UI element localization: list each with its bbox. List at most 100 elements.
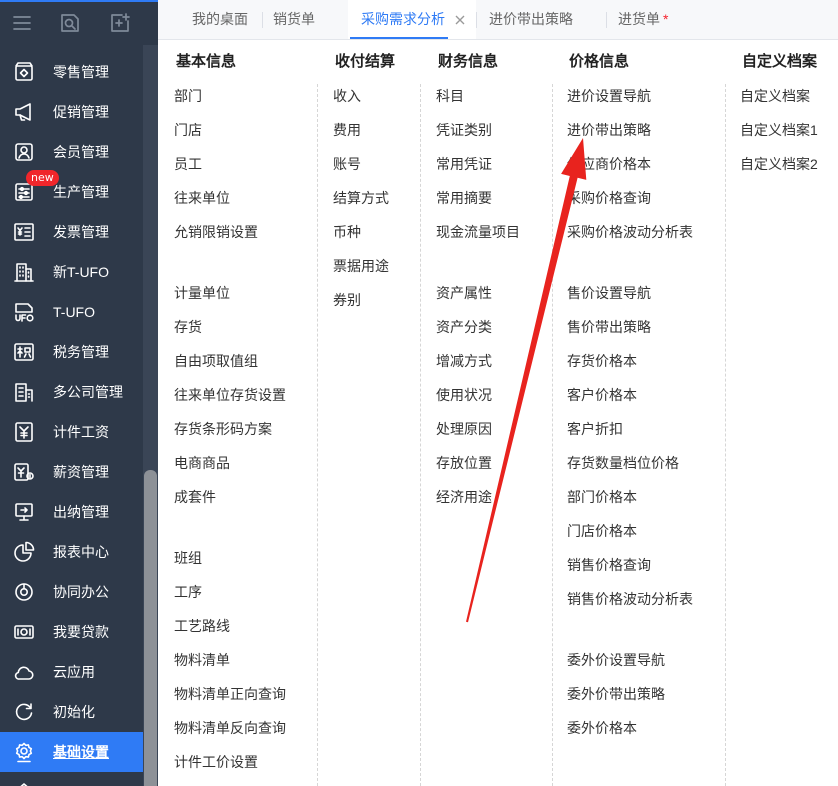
link-purchase-price-fluctuation-report[interactable]: 采购价格波动分析表 <box>567 215 693 249</box>
link-bom-reverse-query[interactable]: 物料清单反向查询 <box>174 711 286 745</box>
link-asset-attribute[interactable]: 资产属性 <box>436 276 520 310</box>
link-bill-of-materials[interactable]: 物料清单 <box>174 643 286 677</box>
sidebar-item-initialization[interactable]: 初始化 <box>0 692 143 732</box>
link-sales-restriction-settings[interactable]: 允销限销设置 <box>174 215 286 249</box>
link-sales-price-setup-nav[interactable]: 售价设置导航 <box>567 276 693 310</box>
salary-icon <box>13 461 35 483</box>
tab-sales-delivery[interactable]: 销货单 <box>262 0 348 39</box>
link-sales-price-strategy[interactable]: 售价带出策略 <box>567 310 693 344</box>
link-group: 收入 费用 账号 结算方式 币种 票据用途 券别 <box>333 79 395 317</box>
link-expense[interactable]: 费用 <box>333 113 395 147</box>
link-store[interactable]: 门店 <box>174 113 286 147</box>
link-free-item-value-group[interactable]: 自由项取值组 <box>174 344 286 378</box>
link-income[interactable]: 收入 <box>333 79 395 113</box>
link-unit-of-measure[interactable]: 计量单位 <box>174 276 286 310</box>
link-purchase-price-query[interactable]: 采购价格查询 <box>567 181 693 215</box>
sidebar-item-promotion[interactable]: 促销管理 <box>0 92 143 132</box>
link-inventory[interactable]: 存货 <box>174 310 286 344</box>
close-icon[interactable] <box>454 14 466 26</box>
link-custom-archive[interactable]: 自定义档案 <box>740 79 818 113</box>
link-cash-flow-item[interactable]: 现金流量项目 <box>436 215 520 249</box>
hamburger-icon[interactable] <box>11 12 33 34</box>
link-store-price-book[interactable]: 门店价格本 <box>567 514 693 548</box>
piecework-icon <box>13 421 35 443</box>
link-account-subject[interactable]: 科目 <box>436 79 520 113</box>
sidebar-item-production[interactable]: 生产管理 new <box>0 170 143 212</box>
link-bill-purpose[interactable]: 票据用途 <box>333 249 395 283</box>
link-department-price-book[interactable]: 部门价格本 <box>567 480 693 514</box>
sidebar-item-retail[interactable]: 零售管理 <box>0 52 143 92</box>
link-partner-inventory-settings[interactable]: 往来单位存货设置 <box>174 378 286 412</box>
link-supplier-price-book[interactable]: 供应商价格本 <box>567 147 693 181</box>
tab-purchase-demand-analysis[interactable]: 采购需求分析 <box>348 0 476 39</box>
link-outsourcing-price-setup-nav[interactable]: 委外价设置导航 <box>567 643 693 677</box>
link-custom-archive-1[interactable]: 自定义档案1 <box>740 113 818 147</box>
link-outsourcing-price-strategy[interactable]: 委外价带出策略 <box>567 677 693 711</box>
link-purchase-price-setup-nav[interactable]: 进价设置导航 <box>567 79 693 113</box>
link-customer-price-book[interactable]: 客户价格本 <box>567 378 693 412</box>
link-business-partner[interactable]: 往来单位 <box>174 181 286 215</box>
column-payment-settlement: 收付结算 收入 费用 账号 结算方式 币种 票据用途 券别 <box>333 50 395 317</box>
sidebar-item-report-center[interactable]: 报表中心 <box>0 532 143 572</box>
link-custom-archive-2[interactable]: 自定义档案2 <box>740 147 818 181</box>
link-common-voucher[interactable]: 常用凭证 <box>436 147 520 181</box>
sidebar-item-collaboration[interactable]: 协同办公 <box>0 572 143 612</box>
link-inventory-price-book[interactable]: 存货价格本 <box>567 344 693 378</box>
link-inventory-barcode-scheme[interactable]: 存货条形码方案 <box>174 412 286 446</box>
link-currency[interactable]: 币种 <box>333 215 395 249</box>
link-storage-location[interactable]: 存放位置 <box>436 446 520 480</box>
link-denomination[interactable]: 券别 <box>333 283 395 317</box>
link-voucher-type[interactable]: 凭证类别 <box>436 113 520 147</box>
link-group: 部门 门店 员工 往来单位 允销限销设置 <box>174 79 286 249</box>
link-kit[interactable]: 成套件 <box>174 480 286 514</box>
sidebar-item-label: 协同办公 <box>53 584 109 600</box>
link-sales-price-query[interactable]: 销售价格查询 <box>567 548 693 582</box>
link-account-number[interactable]: 账号 <box>333 147 395 181</box>
sidebar-item-cloud-apps[interactable]: 云应用 <box>0 652 143 692</box>
link-bom-forward-query[interactable]: 物料清单正向查询 <box>174 677 286 711</box>
link-employee[interactable]: 员工 <box>174 147 286 181</box>
sidebar-item-basic-settings[interactable]: 基础设置 <box>0 732 143 772</box>
link-process[interactable]: 工序 <box>174 575 286 609</box>
link-economic-use[interactable]: 经济用途 <box>436 480 520 514</box>
link-outsourcing-price-book[interactable]: 委外价格本 <box>567 711 693 745</box>
search-document-icon[interactable] <box>59 12 81 34</box>
sidebar-item-member[interactable]: 会员管理 <box>0 132 143 172</box>
sidebar-scrollbar-thumb[interactable] <box>144 470 157 786</box>
link-disposal-reason[interactable]: 处理原因 <box>436 412 520 446</box>
column-finance-info: 财务信息 科目 凭证类别 常用凭证 常用摘要 现金流量项目 资产属性 资产分类 … <box>436 50 520 514</box>
link-usage-status[interactable]: 使用状况 <box>436 378 520 412</box>
link-quantity-tier-price[interactable]: 存货数量档位价格 <box>567 446 693 480</box>
link-piece-rate-settings[interactable]: 计件工价设置 <box>174 745 286 779</box>
sidebar-item-cashier[interactable]: 出纳管理 <box>0 492 143 532</box>
link-customer-discount[interactable]: 客户折扣 <box>567 412 693 446</box>
link-common-summary[interactable]: 常用摘要 <box>436 181 520 215</box>
sidebar-item-piecework-wage[interactable]: 计件工资 <box>0 412 143 452</box>
link-change-method[interactable]: 增减方式 <box>436 344 520 378</box>
sidebar-item-t-ufo[interactable]: T-UFO <box>0 292 143 332</box>
column-header: 收付结算 <box>335 53 396 70</box>
link-asset-category[interactable]: 资产分类 <box>436 310 520 344</box>
link-purchase-price-strategy[interactable]: 进价带出策略 <box>567 113 693 147</box>
link-routing[interactable]: 工艺路线 <box>174 609 286 643</box>
link-ecommerce-product[interactable]: 电商商品 <box>174 446 286 480</box>
sidebar-item-loan[interactable]: 我要贷款 <box>0 612 143 652</box>
sidebar-item-tax[interactable]: 税务管理 <box>0 332 143 372</box>
sidebar-item-partial[interactable] <box>0 772 143 786</box>
sidebar-item-label: 计件工资 <box>53 424 109 440</box>
tab-my-desktop[interactable]: 我的桌面 <box>178 0 262 39</box>
cloud-icon <box>13 661 35 683</box>
tab-purchase-price-strategy[interactable]: 进价带出策略 <box>476 0 606 39</box>
sidebar-item-multi-company[interactable]: 多公司管理 <box>0 372 143 412</box>
tab-purchase-receipt[interactable]: 进货单 * <box>606 0 696 39</box>
sidebar-item-new-t-ufo[interactable]: 新T-UFO <box>0 252 143 292</box>
link-settlement-method[interactable]: 结算方式 <box>333 181 395 215</box>
sidebar-item-invoice[interactable]: 发票管理 <box>0 212 143 252</box>
sidebar-item-salary[interactable]: 薪资管理 <box>0 452 143 492</box>
link-group: 进价设置导航 进价带出策略 供应商价格本 采购价格查询 采购价格波动分析表 <box>567 79 693 249</box>
add-square-icon[interactable] <box>109 12 131 34</box>
link-team[interactable]: 班组 <box>174 541 286 575</box>
link-department[interactable]: 部门 <box>174 79 286 113</box>
column-divider <box>552 84 553 786</box>
link-sales-price-fluctuation-report[interactable]: 销售价格波动分析表 <box>567 582 693 616</box>
